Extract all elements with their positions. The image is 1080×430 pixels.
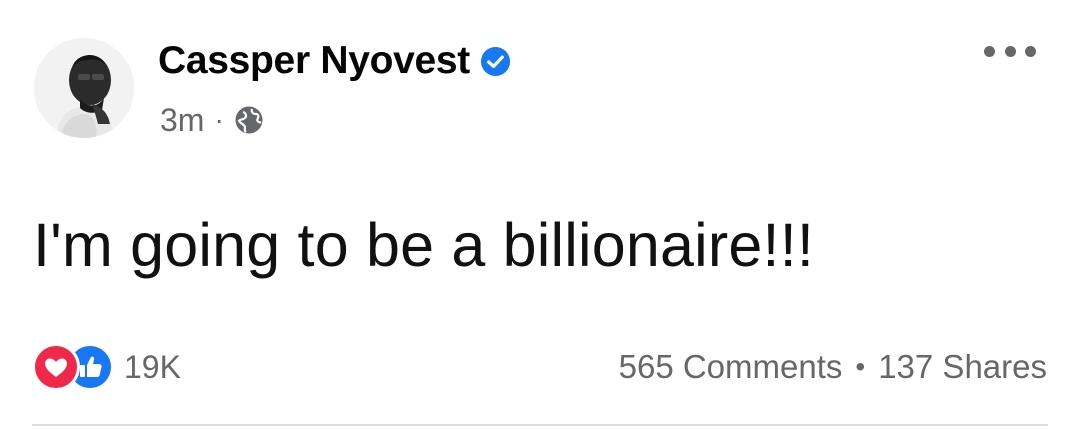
avatar-photo	[34, 38, 134, 138]
globe-icon	[234, 105, 264, 135]
shares-count-link[interactable]: 137 Shares	[878, 348, 1047, 386]
author-row: Cassper Nyovest	[158, 37, 511, 85]
meta-separator: ·	[214, 104, 224, 135]
engagement-stats: 565 Comments • 137 Shares	[619, 345, 1047, 389]
comments-count-link[interactable]: 565 Comments	[619, 348, 843, 386]
stats-separator: •	[855, 351, 866, 382]
reaction-count: 19K	[124, 348, 181, 385]
post-timestamp[interactable]: 3m	[160, 102, 204, 139]
divider	[32, 424, 1048, 426]
more-dot-icon	[1004, 45, 1016, 57]
more-options-button[interactable]	[984, 36, 1036, 66]
post-text: I'm going to be a billionaire!!!	[33, 211, 814, 279]
avatar[interactable]	[34, 38, 134, 138]
verified-badge-icon	[480, 46, 511, 77]
more-dot-icon	[1025, 45, 1036, 57]
author-name[interactable]: Cassper Nyovest	[158, 39, 470, 83]
reactions-summary[interactable]: 19K	[32, 343, 181, 391]
post-meta: 3m ·	[160, 99, 264, 141]
love-reaction-icon	[32, 343, 80, 391]
more-dot-icon	[984, 45, 995, 57]
